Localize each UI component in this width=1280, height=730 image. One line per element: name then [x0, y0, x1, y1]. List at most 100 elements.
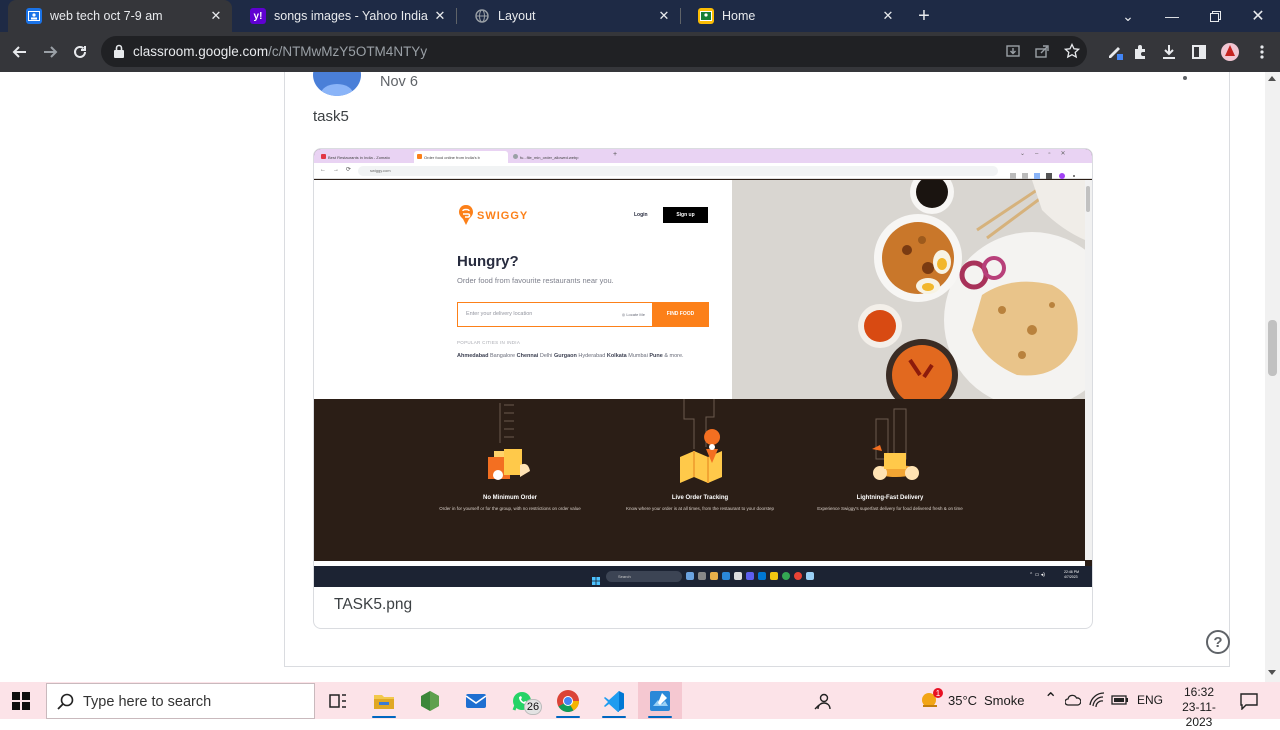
people-icon[interactable]	[801, 682, 845, 719]
svg-text:1: 1	[936, 689, 941, 698]
swiggy-signup-button: Sign up	[663, 207, 708, 223]
help-icon[interactable]: ?	[1206, 630, 1230, 654]
attachment-filename[interactable]: TASK5.png	[334, 596, 412, 614]
page-scrollbar[interactable]	[1265, 72, 1280, 682]
preview-start-icon	[592, 572, 600, 585]
no-minimum-order-illustration	[488, 403, 530, 480]
mail-icon[interactable]	[454, 682, 498, 719]
preview-tab: Best Restaurants in India - Zomato	[318, 151, 412, 163]
browser-tab-strip: web tech oct 7-9 am ✕ y! songs images - …	[0, 0, 1280, 32]
post-more-options-icon[interactable]	[1183, 76, 1187, 80]
downloads-icon[interactable]	[1157, 40, 1181, 64]
extensions-puzzle-icon[interactable]	[1128, 40, 1152, 64]
preview-tab: fu...file_min_order_allowed.webp	[510, 151, 604, 163]
clock-date: 23-11-2023	[1182, 700, 1216, 729]
feature-fast-delivery: Lightning-Fast Delivery Experience Swigg…	[810, 495, 970, 512]
swiggy-subheadline: Order food from favourite restaurants ne…	[457, 276, 614, 285]
preview-clock-date: 4/7/2023	[1064, 575, 1078, 579]
swiggy-features-section: No Minimum Order Order in for yourself o…	[314, 399, 1085, 561]
post-divider	[284, 666, 1230, 667]
chrome-icon[interactable]	[546, 682, 590, 719]
preview-taskbar-app-icon	[806, 572, 814, 580]
preview-taskbar-app-icon	[782, 572, 790, 580]
popular-city: Kolkata	[606, 353, 627, 359]
preview-taskbar-app-icon	[794, 572, 802, 580]
attachment-preview-image[interactable]: Best Restaurants in India - Zomato Order…	[314, 149, 1092, 587]
tab-title: Home	[722, 9, 756, 23]
bookmark-star-icon[interactable]	[1060, 39, 1084, 63]
popular-city: Bangalore	[490, 353, 516, 359]
close-tab-icon[interactable]: ✕	[878, 8, 898, 24]
battery-icon[interactable]	[1111, 693, 1129, 707]
weather-condition[interactable]: Smoke	[984, 693, 1024, 708]
restore-button[interactable]	[1193, 0, 1237, 32]
forward-arrow-icon[interactable]	[38, 40, 62, 64]
active-indicator	[602, 716, 626, 718]
popular-city: Gurgaon	[553, 353, 577, 359]
weather-icon[interactable]: 1	[919, 688, 943, 712]
address-bar[interactable]: classroom.google.com/c/NTMwMzY5OTM4NTYy	[101, 36, 1087, 67]
preview-taskbar-app-icon	[722, 572, 730, 580]
globe-icon	[513, 154, 518, 159]
taskbar-search-box[interactable]: Type here to search	[46, 683, 315, 719]
preview-taskbar: Search ⌃ ▭ ◂) 22:46 PM 4/7/2023	[314, 566, 1092, 587]
preview-tab: Order food online from India's b	[414, 151, 508, 163]
tab-home[interactable]: Home ✕	[680, 0, 904, 32]
preview-scroll-thumb	[1086, 186, 1090, 212]
attachment-card[interactable]: Best Restaurants in India - Zomato Order…	[313, 148, 1093, 629]
taskbar-clock[interactable]: 16:32 23-11-2023	[1169, 685, 1229, 730]
url-path: /c/NTMwMzY5OTM4NTYy	[268, 44, 428, 59]
windows-start-icon[interactable]	[12, 692, 30, 710]
scroll-down-arrow-icon[interactable]	[1268, 670, 1276, 675]
tab-search-chevron-icon[interactable]: ⌄	[1106, 0, 1150, 32]
windows-taskbar: Type here to search 26 1 35°C Smoke ⌃ EN…	[0, 682, 1280, 729]
preview-nav-icons: ←→⟳	[320, 167, 359, 173]
scroll-thumb[interactable]	[1268, 320, 1277, 376]
close-window-button[interactable]: ✕	[1236, 0, 1280, 32]
chrome-menu-icon[interactable]	[1250, 40, 1274, 64]
preview-toolbar-icons	[1010, 167, 1080, 179]
install-app-icon[interactable]	[1001, 39, 1025, 63]
popular-city: Pune	[649, 353, 663, 359]
wifi-icon[interactable]	[1089, 692, 1105, 708]
popular-city: Ahmedabad	[457, 353, 489, 359]
popular-city: & more.	[664, 353, 684, 359]
vscode-icon[interactable]	[592, 682, 636, 719]
close-tab-icon[interactable]: ✕	[430, 8, 450, 24]
file-explorer-icon[interactable]	[362, 682, 406, 719]
location-placeholder: Enter your delivery location	[466, 311, 533, 317]
scroll-up-arrow-icon[interactable]	[1268, 76, 1276, 81]
feature-no-minimum-order: No Minimum Order Order in for yourself o…	[430, 495, 590, 512]
weather-temperature[interactable]: 35°C	[948, 693, 977, 708]
side-panel-icon[interactable]	[1187, 40, 1211, 64]
nodejs-icon[interactable]	[408, 682, 452, 719]
onedrive-cloud-icon[interactable]	[1065, 693, 1081, 707]
extension-pen-icon[interactable]	[1103, 40, 1127, 64]
tab-layout[interactable]: Layout ✕	[456, 0, 680, 32]
preview-search-box: Search	[606, 571, 682, 582]
new-tab-button[interactable]: +	[902, 0, 946, 32]
minimize-button[interactable]: —	[1150, 0, 1194, 32]
preview-taskbar-app-icon	[734, 572, 742, 580]
profile-avatar-icon[interactable]	[1218, 40, 1242, 64]
popular-city: Mumbai	[628, 353, 648, 359]
reload-icon[interactable]	[68, 40, 92, 64]
find-food-button: FIND FOOD	[652, 302, 709, 327]
notification-center-icon[interactable]	[1240, 692, 1258, 710]
url-host: classroom.google.com	[133, 44, 269, 59]
paint-app-icon[interactable]	[638, 682, 682, 719]
classroom-page: Nov 6 task5 Best Restaurants in India - …	[0, 72, 1280, 682]
feature-description: Know where your order is at all times, f…	[625, 506, 775, 511]
tab-web-tech[interactable]: web tech oct 7-9 am ✕	[8, 0, 232, 32]
close-tab-icon[interactable]: ✕	[206, 8, 226, 24]
back-arrow-icon[interactable]	[8, 40, 32, 64]
language-indicator[interactable]: ENG	[1137, 693, 1163, 707]
show-hidden-icons-chevron-icon[interactable]: ⌃	[1044, 689, 1057, 709]
tab-yahoo-songs[interactable]: y! songs images - Yahoo India Ima ✕	[232, 0, 456, 32]
close-tab-icon[interactable]: ✕	[654, 8, 674, 24]
whatsapp-icon[interactable]: 26	[500, 682, 544, 719]
preview-window-controls-icon: ⌄–▫✕	[1020, 151, 1076, 157]
task-view-icon[interactable]	[316, 682, 360, 719]
share-icon[interactable]	[1030, 39, 1054, 63]
preview-tab-strip: Best Restaurants in India - Zomato Order…	[314, 149, 1092, 163]
